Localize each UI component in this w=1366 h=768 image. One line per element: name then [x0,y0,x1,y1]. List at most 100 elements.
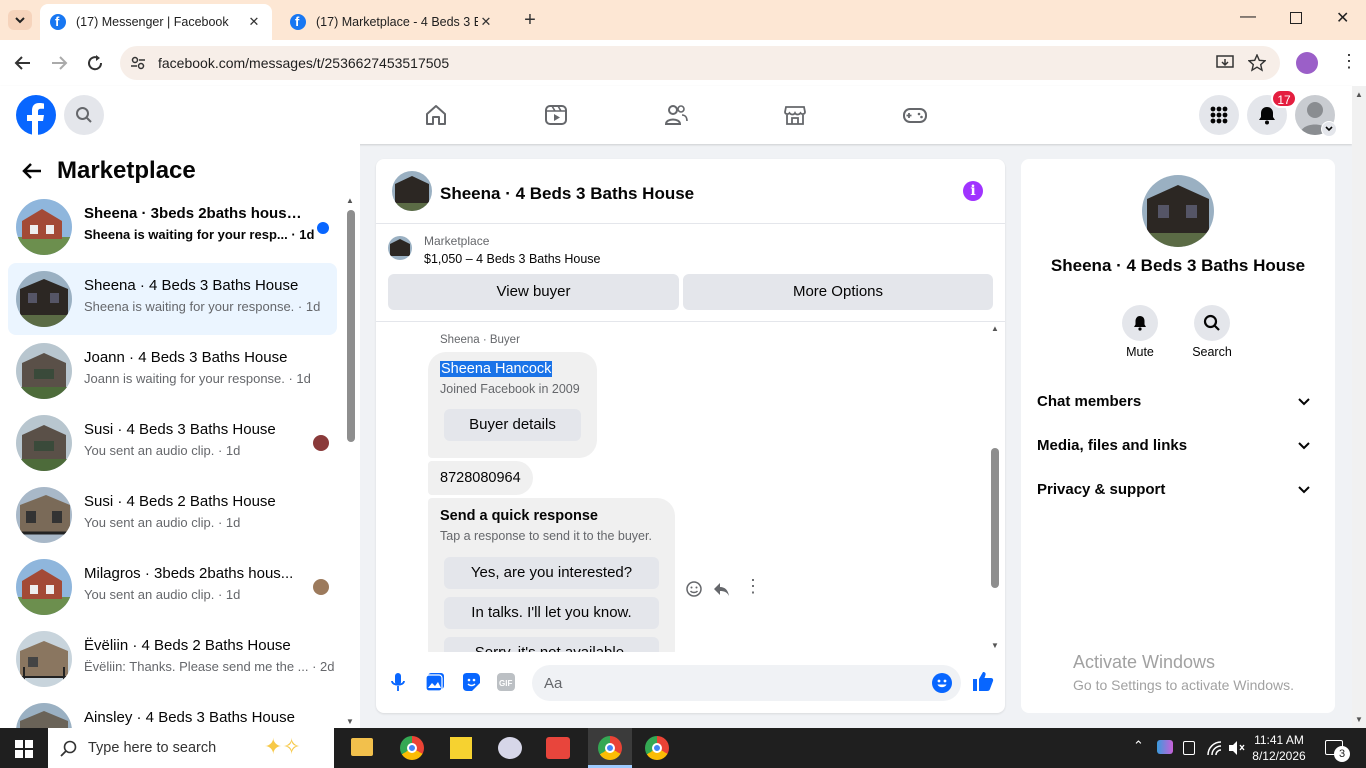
taskbar-search-box[interactable]: Type here to search ✦✧ [48,728,334,768]
chat-members-section[interactable]: Chat members [1037,393,1319,410]
tab-marketplace[interactable]: (17) Marketplace - 4 Beds 3 Baths House … [280,4,504,40]
reply-icon[interactable] [712,580,730,598]
chevron-down-icon [1325,126,1333,132]
home-icon[interactable] [424,103,448,127]
close-tab-icon[interactable]: ✕ [246,14,262,30]
taskbar-clock[interactable]: 11:41 AM 8/12/2026 [1246,732,1312,764]
conversation-details-panel: Sheena · 4 Beds 3 Baths House Mute Searc… [1021,159,1335,713]
phone-bubble[interactable]: 8728080964 [428,461,533,495]
network-icon[interactable] [1206,740,1222,756]
mute-button[interactable] [1122,305,1158,341]
conversation-item[interactable]: Susi · 4 Beds 3 Baths House You sent an … [8,407,337,479]
close-window-button[interactable]: ✕ [1336,8,1349,28]
bookmark-star-icon[interactable] [1248,54,1266,72]
conversation-info-icon[interactable]: i [963,181,983,201]
like-thumb-icon[interactable] [972,670,994,692]
marketplace-icon[interactable] [783,103,807,127]
sparkle-icon: ✦✧ [264,734,301,759]
conversation-item[interactable]: Sheena · 3beds 2baths house f... Sheena … [8,191,337,263]
conversation-item[interactable]: Joann · 4 Beds 3 Baths House Joann is wa… [8,335,337,407]
search-icon [60,740,77,757]
buyer-name[interactable]: Sheena Hancock [440,361,553,377]
maximize-button[interactable] [1290,12,1302,24]
gif-icon[interactable]: GIF [496,672,516,692]
device-icon[interactable] [1183,741,1195,755]
clock-time: 11:41 AM [1254,733,1304,747]
chrome-icon[interactable] [400,736,424,760]
conversation-item[interactable]: Susi · 4 Beds 2 Baths House You sent an … [8,479,337,551]
more-actions-icon[interactable]: ⋮ [744,577,762,595]
photo-icon[interactable] [425,672,445,692]
listing-avatar-large[interactable] [1142,175,1214,247]
account-menu-chevron[interactable] [1321,121,1337,137]
quick-response-option[interactable]: Yes, are you interested? [444,557,659,589]
facebook-logo-icon[interactable] [16,95,56,135]
microphone-icon[interactable] [390,672,406,692]
site-settings-icon[interactable] [130,55,146,71]
privacy-support-section[interactable]: Privacy & support [1037,481,1319,498]
friends-icon[interactable] [664,103,688,127]
close-tab-icon[interactable]: ✕ [478,14,494,30]
windows-start-icon[interactable] [15,740,33,758]
quick-response-option[interactable]: In talks. I'll let you know. [444,597,659,629]
profile-avatar-icon[interactable] [1296,52,1318,74]
chevron-down-icon [1298,398,1310,406]
reload-icon[interactable] [86,54,104,72]
chrome-active-task[interactable] [588,728,632,768]
install-app-icon[interactable] [1216,54,1234,72]
new-tab-button[interactable]: + [519,10,541,32]
participant-avatar [313,579,329,595]
volume-muted-icon[interactable] [1228,740,1246,756]
buyer-details-button[interactable]: Buyer details [444,409,581,441]
conversation-item[interactable]: Ainsley · 4 Beds 3 Baths House [8,695,337,728]
conversation-list-scrollbar[interactable]: ▲ ▼ [346,196,355,726]
chat-title[interactable]: Sheena · 4 Beds 3 Baths House [440,184,694,204]
quick-response-title: Send a quick response [440,508,598,524]
thread-scrollbar[interactable]: ▲ ▼ [989,322,1001,652]
chat-panel: Sheena · 4 Beds 3 Baths House i Marketpl… [376,159,1005,713]
quick-response-option[interactable]: Sorry, it's not available. [444,637,659,652]
conversation-item[interactable]: Ëvëliin · 4 Beds 2 Baths House Ëvëliin: … [8,623,337,695]
buyer-card-bubble: Sheena Hancock Joined Facebook in 2009 B… [428,352,597,458]
app-launcher-icon[interactable] [546,737,570,759]
file-explorer-icon[interactable] [351,738,373,756]
conversation-item[interactable]: Milagros · 3beds 2baths hous... You sent… [8,551,337,623]
search-conversation-button[interactable] [1194,305,1230,341]
paint-icon[interactable] [498,737,522,759]
gaming-icon[interactable] [902,103,928,127]
search-button[interactable] [64,95,104,135]
message-thread: Sheena · Buyer Sheena Hancock Joined Fac… [376,322,1005,652]
sticky-notes-icon[interactable] [450,737,472,759]
react-emoji-icon[interactable] [685,580,703,598]
conversation-name: Susi · 4 Beds 3 Baths House [84,421,276,438]
emoji-icon[interactable] [932,673,952,693]
browser-menu-icon[interactable]: ⋮ [1340,52,1358,70]
back-icon[interactable] [14,54,32,72]
listing-thumbnail [16,199,72,255]
view-buyer-button[interactable]: View buyer [388,274,679,310]
media-files-links-section[interactable]: Media, files and links [1037,437,1319,454]
message-input[interactable]: Aa [532,665,961,701]
copilot-icon[interactable] [1157,740,1173,754]
listing-price-title[interactable]: $1,050 – 4 Beds 3 Baths House [424,252,601,266]
chat-listing-avatar[interactable] [392,171,432,211]
show-hidden-icons-icon[interactable]: ⌃ [1133,738,1144,754]
more-options-button[interactable]: More Options [683,274,993,310]
chrome-icon[interactable] [645,736,669,760]
forward-icon[interactable] [50,54,68,72]
menu-button[interactable] [1199,95,1239,135]
video-icon[interactable] [544,103,568,127]
tab-search-button[interactable] [8,10,32,30]
participant-avatar [313,435,329,451]
back-arrow-icon[interactable] [21,161,43,181]
page-scrollbar[interactable]: ▲ ▼ [1352,86,1366,728]
listing-thumbnail [16,703,72,728]
chevron-down-icon [1298,442,1310,450]
conversation-item[interactable]: Sheena · 4 Beds 3 Baths House Sheena is … [8,263,337,335]
tab-messenger[interactable]: (17) Messenger | Facebook ✕ [40,4,272,40]
minimize-button[interactable]: — [1240,8,1256,26]
address-bar[interactable]: facebook.com/messages/t/2536627453517505 [120,46,1280,80]
sticker-icon[interactable] [461,672,481,692]
bell-icon [1259,107,1275,125]
chevron-down-icon [1298,486,1310,494]
